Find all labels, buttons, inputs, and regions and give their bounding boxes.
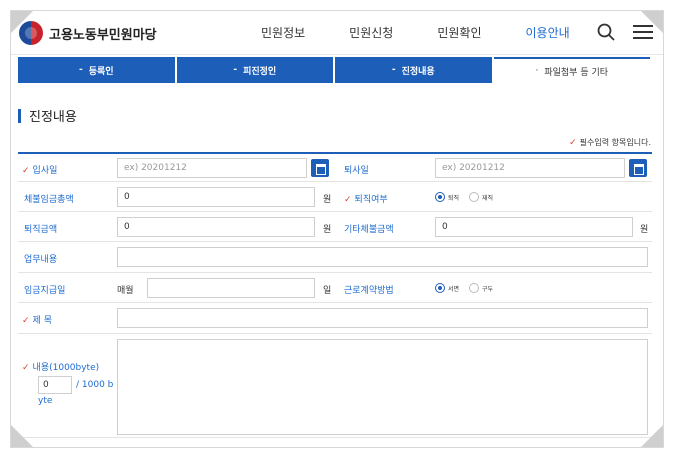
corner-fold bbox=[11, 11, 33, 33]
pay-day-input[interactable] bbox=[147, 278, 315, 298]
resigned-label: ✓ 퇴직여부 bbox=[344, 195, 388, 205]
won-unit: 원 bbox=[640, 225, 649, 235]
severance-label: 퇴직금액 bbox=[24, 225, 58, 235]
nav-item-guide[interactable]: 이용안내 bbox=[526, 24, 570, 41]
tab-attachments[interactable]: · 파일첨부 등 기타 bbox=[493, 57, 650, 83]
join-date-label: ✓ 입사일 bbox=[22, 166, 58, 176]
site-logo[interactable]: 고용노동부민원마당 bbox=[19, 21, 157, 45]
petition-form: ✓ 입사일 ex) 20201212 퇴사일 ex) 20201212 체불임금총… bbox=[18, 152, 652, 438]
corner-fold bbox=[11, 425, 33, 447]
section-title: 진정내용 bbox=[18, 106, 77, 125]
search-icon[interactable] bbox=[597, 23, 615, 41]
won-unit: 원 bbox=[323, 195, 332, 205]
form-row: 체불임금총액 0 원 ✓ 퇴직여부 퇴직 재직 bbox=[18, 182, 652, 212]
radio-written[interactable]: 서면 bbox=[435, 283, 459, 293]
job-desc-label: 업무내용 bbox=[24, 255, 58, 265]
join-date-input[interactable]: ex) 20201212 bbox=[117, 158, 307, 178]
monthly-prefix: 매월 bbox=[117, 286, 134, 296]
main-nav: 민원정보 민원신청 민원확인 이용안내 bbox=[261, 24, 614, 41]
form-row: ✓ 입사일 ex) 20201212 퇴사일 ex) 20201212 bbox=[18, 154, 652, 182]
subject-input[interactable] bbox=[117, 308, 648, 328]
corner-fold bbox=[641, 11, 663, 33]
form-row: 업무내용 bbox=[18, 242, 652, 273]
content-label: ✓ 내용(1000byte) bbox=[22, 363, 100, 373]
tab-respondent[interactable]: - 피진정인 bbox=[176, 57, 333, 83]
tab-petition-content[interactable]: - 진정내용 bbox=[335, 57, 492, 83]
nav-item-apply[interactable]: 민원신청 bbox=[349, 24, 393, 41]
byte-limit-label: / 1000 b bbox=[76, 380, 114, 390]
corner-fold bbox=[641, 425, 663, 447]
check-icon: ✓ bbox=[569, 138, 577, 148]
tab-registrant[interactable]: - 등록인 bbox=[18, 57, 175, 83]
form-row: 퇴직금액 0 원 기타체불금액 0 원 bbox=[18, 212, 652, 242]
day-unit: 일 bbox=[323, 286, 332, 296]
unpaid-total-input[interactable]: 0 bbox=[117, 187, 315, 207]
nav-item-check[interactable]: 민원확인 bbox=[437, 24, 481, 41]
other-unpaid-label: 기타체불금액 bbox=[344, 225, 394, 235]
logo-text: 고용노동부민원마당 bbox=[49, 27, 157, 43]
calendar-icon[interactable] bbox=[629, 159, 647, 177]
site-header: 고용노동부민원마당 민원정보 민원신청 민원확인 이용안내 bbox=[11, 11, 663, 55]
subject-label: ✓ 제 목 bbox=[22, 316, 52, 326]
form-row: ✓ 제 목 bbox=[18, 303, 652, 334]
contract-method-label: 근로계약방법 bbox=[344, 286, 394, 296]
severance-input[interactable]: 0 bbox=[117, 217, 315, 237]
content-textarea[interactable] bbox=[117, 339, 648, 435]
won-unit: 원 bbox=[323, 225, 332, 235]
pay-day-label: 임금지급일 bbox=[24, 286, 66, 296]
leave-date-input[interactable]: ex) 20201212 bbox=[435, 158, 625, 178]
job-desc-input[interactable] bbox=[117, 247, 648, 267]
unpaid-total-label: 체불임금총액 bbox=[24, 195, 74, 205]
step-tabs: - 등록인 - 피진정인 - 진정내용 · 파일첨부 등 기타 bbox=[18, 57, 652, 83]
form-row: ✓ 내용(1000byte) 0 / 1000 b yte bbox=[18, 334, 652, 438]
radio-employed[interactable]: 재직 bbox=[469, 192, 493, 202]
other-unpaid-input[interactable]: 0 bbox=[435, 217, 633, 237]
radio-verbal[interactable]: 구두 bbox=[469, 283, 493, 293]
required-note: ✓ 필수입력 항목입니다. bbox=[569, 138, 651, 148]
byte-limit-label-cont: yte bbox=[38, 396, 53, 406]
leave-date-label: 퇴사일 bbox=[344, 166, 369, 176]
calendar-icon[interactable] bbox=[311, 159, 329, 177]
page-frame: 고용노동부민원마당 민원정보 민원신청 민원확인 이용안내 - 등록인 - 피진정인… bbox=[10, 10, 664, 448]
nav-item-info[interactable]: 민원정보 bbox=[261, 24, 305, 41]
byte-count-input: 0 bbox=[38, 376, 72, 394]
form-row: 임금지급일 매월 일 근로계약방법 서면 구두 bbox=[18, 273, 652, 303]
radio-resigned[interactable]: 퇴직 bbox=[435, 192, 459, 202]
